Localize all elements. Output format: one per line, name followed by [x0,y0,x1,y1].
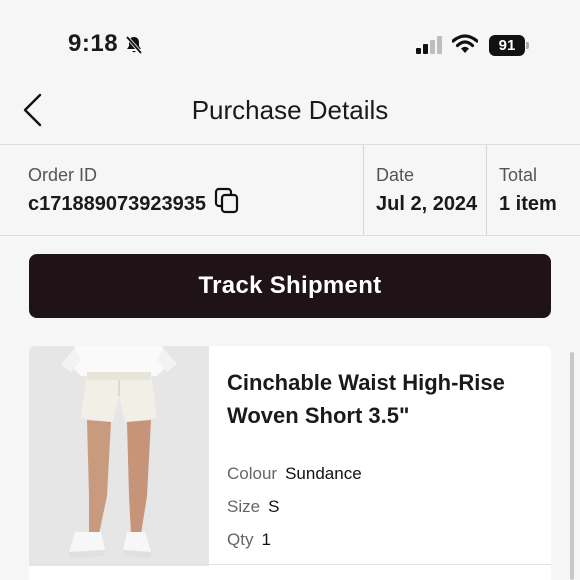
wifi-icon [452,34,478,53]
signal-icon [416,36,442,54]
order-date-section: Date Jul 2, 2024 [363,145,485,235]
card-divider [29,564,551,565]
product-qty: Qty 1 [227,530,271,550]
battery-tip [526,42,529,49]
order-id-value: c171889073923935 [28,193,206,215]
order-total-section: Total 1 item [486,145,580,235]
track-shipment-button[interactable]: Track Shipment [29,254,551,318]
product-colour: Colour Sundance [227,464,362,484]
page-title: Purchase Details [191,95,389,125]
product-card[interactable]: Cinchable Waist High-Rise Woven Short 3.… [29,346,551,580]
colour-label: Colour [227,464,278,483]
scrollbar[interactable] [570,352,574,580]
order-summary: Order ID c171889073923935 Date Jul 2, 20… [0,144,580,236]
copy-icon[interactable] [214,187,240,215]
nav-bar: Purchase Details [0,78,580,142]
battery-icon: 91 [489,35,525,56]
order-date-value: Jul 2, 2024 [376,193,478,215]
colour-value: Sundance [285,464,362,483]
size-value: S [268,497,280,516]
size-label: Size [227,497,261,516]
bell-muted-icon [125,35,143,55]
status-bar: 9:18 91 [0,0,580,78]
order-total-value: 1 item [499,193,557,215]
order-total-label: Total [499,165,538,185]
order-id-label: Order ID [28,165,98,185]
product-size: Size S [227,497,279,517]
order-id-section: Order ID c171889073923935 [28,145,348,235]
qty-label: Qty [227,530,254,549]
order-date-label: Date [376,165,415,185]
product-image[interactable] [29,346,209,566]
product-name[interactable]: Cinchable Waist High-Rise Woven Short 3.… [227,366,537,432]
status-time: 9:18 [68,30,119,57]
qty-value: 1 [261,530,271,549]
